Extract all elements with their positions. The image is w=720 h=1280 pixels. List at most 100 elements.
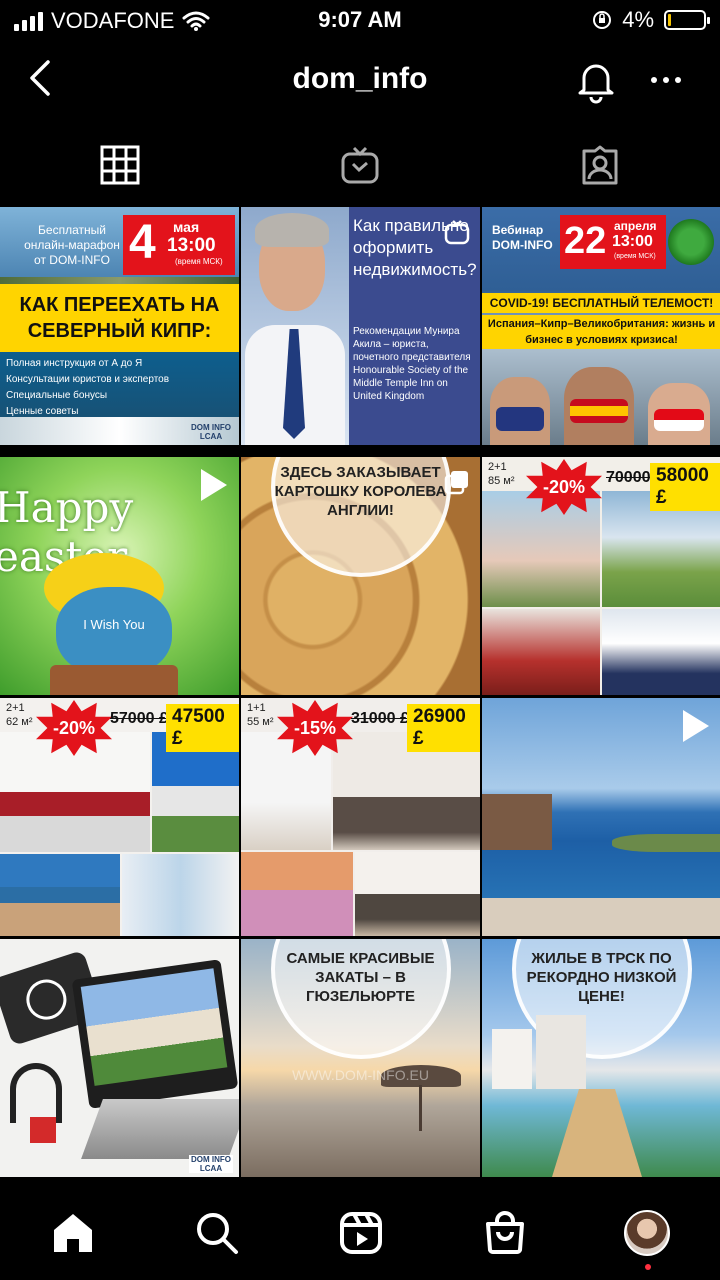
video-badge-icon	[201, 469, 227, 501]
tagged-person-icon	[582, 145, 618, 185]
keyboard-image	[81, 1099, 239, 1159]
watermark: WWW.DOM-INFO.EU	[292, 1067, 429, 1083]
post-thumbnail[interactable]: 2+1 62 м² -20% 57000 £ 47500 £	[0, 698, 239, 936]
date-badge: 4 мая 13:00 (время МСК)	[123, 215, 235, 275]
profile-tabs	[0, 130, 720, 200]
post-intro: Бесплатный онлайн-марафон от DOM-INFO	[24, 223, 120, 267]
laptop-image	[71, 959, 239, 1109]
home-icon	[54, 1214, 92, 1252]
post-thumbnail[interactable]	[482, 698, 720, 936]
bottom-nav	[0, 1190, 720, 1280]
egg-image	[56, 587, 172, 677]
post-subheadline: Испания–Кипр–Великобритания: жизнь и биз…	[482, 315, 720, 349]
lounge-photo	[355, 852, 480, 936]
bullet-item: Полная инструкция от А до Я	[6, 358, 143, 369]
bullet-item: Специальные бонусы	[6, 390, 108, 401]
date-time: 13:00	[612, 233, 653, 250]
post-thumbnail[interactable]: ЖИЛЬЕ В ТРСК ПО РЕКОРДНО НИЗКОЙ ЦЕНЕ!	[482, 939, 720, 1177]
umbrella-pole	[419, 1085, 422, 1131]
headphones-image	[10, 1063, 62, 1123]
old-price: 57000 £	[110, 710, 168, 727]
post-thumbnail[interactable]: Бесплатный онлайн-марафон от DOM-INFO 4 …	[0, 207, 239, 445]
post-thumbnail[interactable]: 2+1 85 м² -20% 70000 £ 58000 £	[482, 457, 720, 695]
nav-home[interactable]	[48, 1208, 98, 1258]
lawyer-photo	[241, 207, 349, 445]
date-badge: 22 апреля 13:00 (время МСК)	[560, 215, 666, 269]
window-photo	[122, 854, 239, 936]
reels-icon	[340, 1212, 382, 1254]
carousel-badge-icon	[444, 471, 468, 495]
date-month: мая	[173, 219, 200, 235]
nav-reels[interactable]	[336, 1208, 386, 1258]
tab-grid[interactable]	[0, 130, 240, 200]
area-label: 55 м²	[247, 716, 274, 728]
bullet-list: Полная инструкция от А до Я Консультации…	[6, 357, 176, 421]
post-thumbnail[interactable]: Happy easter I Wish You	[0, 457, 239, 695]
nav-shop[interactable]	[480, 1208, 530, 1258]
date-tz: (время МСК)	[614, 253, 656, 260]
status-bar: VODAFONE 9:07 AM 4%	[0, 0, 720, 40]
new-price: 58000 £	[650, 463, 720, 511]
igtv-badge-icon	[444, 220, 470, 245]
old-price: 31000 £	[351, 710, 409, 727]
avatar	[624, 1210, 670, 1256]
post-thumbnail[interactable]: САМЫЕ КРАСИВЫЕ ЗАКАТЫ – В ГЮЗЕЛЬЮРТЕ WWW…	[241, 939, 480, 1177]
area-label: 62 м²	[6, 716, 33, 728]
date-tz: (время МСК)	[175, 257, 223, 266]
post-body: Рекомендации Мунира Акила – юриста, поче…	[353, 326, 471, 402]
grid-icon	[100, 145, 140, 185]
post-subtitle: I Wish You	[83, 617, 145, 632]
igtv-icon	[341, 146, 379, 184]
building-image	[492, 1029, 532, 1089]
shop-icon	[486, 1211, 524, 1254]
post-caption: САМЫЕ КРАСИВЫЕ ЗАКАТЫ – В ГЮЗЕЛЬЮРТЕ	[286, 950, 435, 1005]
new-price: 26900 £	[407, 704, 480, 752]
bridge-image	[552, 1089, 642, 1177]
nav-profile[interactable]	[622, 1208, 672, 1258]
logo: DOM INFO LCAA	[191, 423, 231, 441]
post-caption: ЖИЛЬЕ В ТРСК ПО РЕКОРДНО НИЗКОЙ ЦЕНЕ!	[526, 950, 677, 1005]
rooms-label: 2+1	[6, 702, 25, 714]
post-headline: КАК ПЕРЕЕХАТЬ НА СЕВЕРНЫЙ КИПР:	[0, 284, 239, 352]
logo: DOM INFO LCAA	[189, 1155, 233, 1173]
battery-icon	[664, 10, 710, 30]
virus-icon	[668, 219, 714, 265]
notifications-button[interactable]	[572, 56, 620, 104]
status-right: 4%	[592, 7, 710, 33]
kitchen-photo	[482, 609, 600, 695]
date-month: апреля	[614, 219, 657, 233]
nav-search[interactable]	[192, 1208, 242, 1258]
bedroom-photo	[241, 852, 353, 936]
rooms-label: 1+1	[247, 702, 266, 714]
post-thumbnail[interactable]: DOM INFO LCAA	[0, 939, 239, 1177]
post-thumbnail[interactable]: ЗДЕСЬ ЗАКАЗЫВАЕТ КАРТОШКУ КОРОЛЕВА АНГЛИ…	[241, 457, 480, 695]
post-thumbnail[interactable]: Вебинар DOM-INFO 22 апреля 13:00 (время …	[482, 207, 720, 445]
bedroom-photo	[602, 609, 720, 695]
tab-igtv[interactable]	[240, 130, 480, 200]
shore-image	[612, 834, 720, 852]
post-thumbnail[interactable]: Как правильно оформить недвижимость? Рек…	[241, 207, 480, 445]
person-spain-mask	[564, 367, 634, 445]
post-thumbnail[interactable]: 1+1 55 м² -15% 31000 £ 26900 £	[241, 698, 480, 936]
bullet-item: Консультации юристов и экспертов	[6, 374, 170, 385]
battery-percent: 4%	[622, 7, 654, 32]
post-headline: COVID-19! БЕСПЛАТНЫЙ ТЕЛЕМОСТ!	[482, 293, 720, 313]
search-icon	[197, 1213, 238, 1254]
rooms-label: 2+1	[488, 461, 507, 473]
tab-tagged[interactable]	[480, 130, 720, 200]
building-image	[536, 1015, 586, 1089]
pavilion-image	[482, 794, 552, 850]
notification-dot	[645, 1264, 651, 1270]
area-label: 85 м²	[488, 475, 515, 487]
more-options-button[interactable]	[642, 56, 690, 104]
new-price: 47500 £	[166, 704, 239, 752]
date-day: 4	[129, 216, 156, 269]
date-day: 22	[564, 220, 607, 262]
person-uk-mask	[490, 377, 550, 445]
rotation-lock-icon	[593, 11, 612, 29]
post-intro: Вебинар DOM-INFO	[492, 223, 553, 252]
profile-header: dom_info	[0, 44, 720, 116]
gift-icon	[30, 1117, 56, 1143]
video-badge-icon	[683, 710, 709, 742]
stump-image	[50, 665, 178, 695]
